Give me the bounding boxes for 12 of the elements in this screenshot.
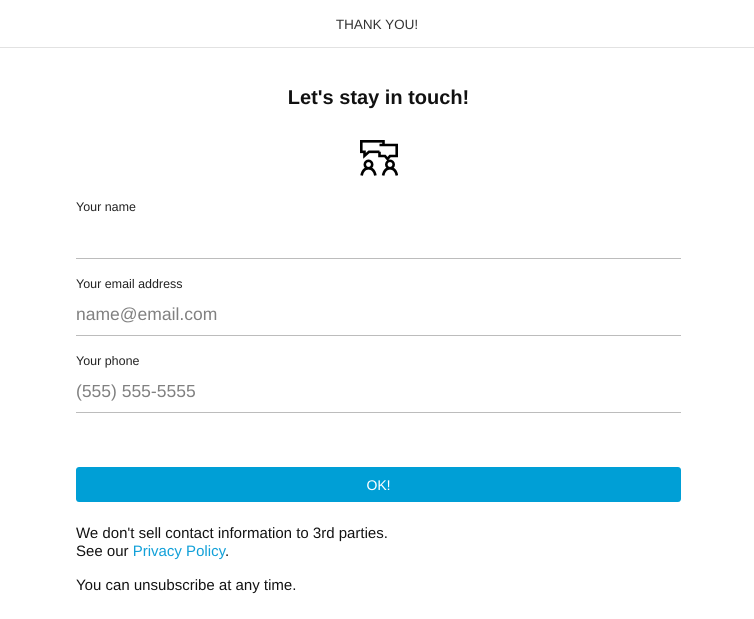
people-chat-icon xyxy=(360,140,398,176)
privacy-notice: We don't sell contact information to 3rd parties. See our Privacy Policy. xyxy=(76,525,388,561)
field-label: Your email address xyxy=(76,276,183,292)
privacy-policy-link[interactable]: Privacy Policy xyxy=(132,543,225,560)
unsubscribe-notice: You can unsubscribe at any time. xyxy=(76,577,296,595)
field-label: Your name xyxy=(76,199,136,215)
submit-button[interactable]: OK! xyxy=(76,467,681,502)
form-heading: Let's stay in touch! xyxy=(288,86,470,110)
input-field[interactable]: (555) 555-5555 xyxy=(76,369,681,413)
input-field[interactable]: name@email.com xyxy=(76,292,681,336)
field-label: Your phone xyxy=(76,353,140,369)
page-title: THANK YOU! xyxy=(336,16,418,32)
